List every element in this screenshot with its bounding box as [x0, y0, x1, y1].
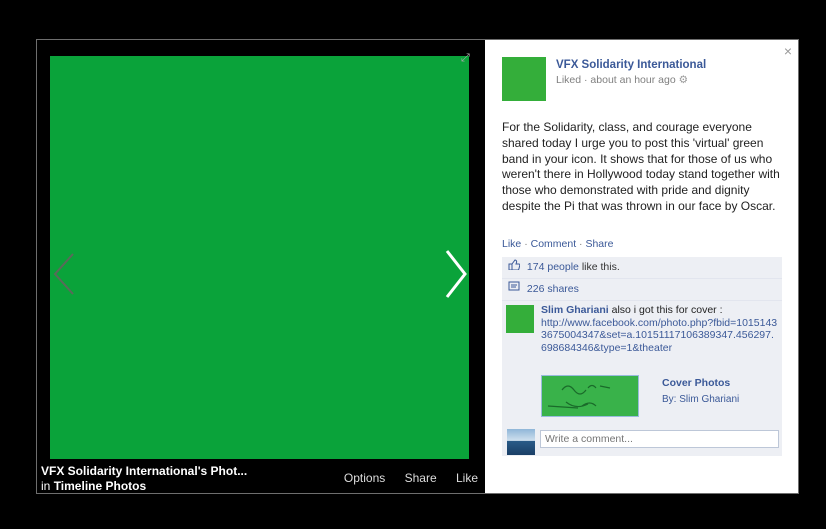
globe-icon: ⚙ — [678, 74, 689, 86]
comment-link[interactable]: Comment — [531, 238, 577, 250]
share-icon — [508, 279, 520, 300]
photo-caption: VFX Solidarity International's Phot... i… — [41, 461, 481, 493]
handwriting-image — [547, 384, 611, 409]
shared-photo-thumbnail[interactable] — [541, 375, 639, 417]
feedback-box: 174 people like this. 226 shares Slim Gh… — [502, 257, 782, 429]
previous-photo-button[interactable] — [51, 250, 77, 298]
album-line: in Timeline Photos — [41, 479, 146, 493]
comment-item: Slim Ghariani also i got this for cover … — [502, 301, 782, 429]
share-link[interactable]: Share — [585, 238, 613, 250]
photo-actions: Options Share Like — [328, 471, 478, 485]
comment-url-link[interactable]: http://www.facebook.com/photo.php?fbid=1… — [541, 317, 779, 355]
shares-row: 226 shares — [502, 279, 782, 301]
fullscreen-icon[interactable]: ⤢ — [461, 52, 470, 65]
comment-text: also i got this for cover : — [611, 304, 723, 316]
close-icon[interactable]: × — [784, 43, 792, 59]
shared-album-author[interactable]: By: Slim Ghariani — [662, 394, 739, 405]
separator: · — [579, 238, 583, 250]
post-actions: Like · Comment · Share — [502, 238, 614, 250]
share-button[interactable]: Share — [405, 471, 437, 485]
post-timestamp[interactable]: Liked · about an hour ago — [556, 74, 676, 86]
green-photo[interactable] — [50, 56, 469, 459]
options-button[interactable]: Options — [344, 471, 385, 485]
photo-viewer: ⤢ VFX Solidarity International's Phot...… — [36, 39, 799, 494]
page-avatar[interactable] — [502, 57, 546, 101]
post-body: For the Solidarity, class, and courage e… — [502, 120, 780, 213]
comment-body: Slim Ghariani also i got this for cover … — [541, 304, 779, 354]
shared-album-title[interactable]: Cover Photos — [662, 377, 730, 389]
album-prefix: in — [41, 479, 51, 493]
likes-count-link[interactable]: 174 people — [527, 261, 579, 273]
album-link[interactable]: Timeline Photos — [54, 479, 146, 493]
shares-count-link[interactable]: 226 shares — [527, 283, 579, 295]
separator: · — [524, 238, 528, 250]
like-link[interactable]: Like — [502, 238, 521, 250]
commenter-name[interactable]: Slim Ghariani — [541, 304, 609, 316]
comment-composer — [502, 426, 782, 456]
current-user-avatar — [507, 429, 535, 455]
post-meta: Liked · about an hour ago ⚙ — [556, 74, 688, 86]
photo-title[interactable]: VFX Solidarity International's Phot... — [41, 464, 247, 478]
next-photo-button[interactable] — [442, 247, 470, 301]
chevron-left-icon — [53, 253, 74, 295]
comment-input[interactable] — [540, 430, 779, 448]
likes-suffix: like this. — [581, 261, 620, 273]
chevron-right-icon — [445, 250, 467, 298]
commenter-avatar[interactable] — [506, 305, 534, 333]
likes-row: 174 people like this. — [502, 257, 782, 279]
page-name[interactable]: VFX Solidarity International — [556, 59, 706, 71]
like-button[interactable]: Like — [456, 471, 478, 485]
thumbs-up-icon — [508, 257, 521, 278]
post-sidebar: × VFX Solidarity International Liked · a… — [485, 40, 798, 493]
photo-stage: ⤢ VFX Solidarity International's Phot...… — [37, 40, 485, 493]
